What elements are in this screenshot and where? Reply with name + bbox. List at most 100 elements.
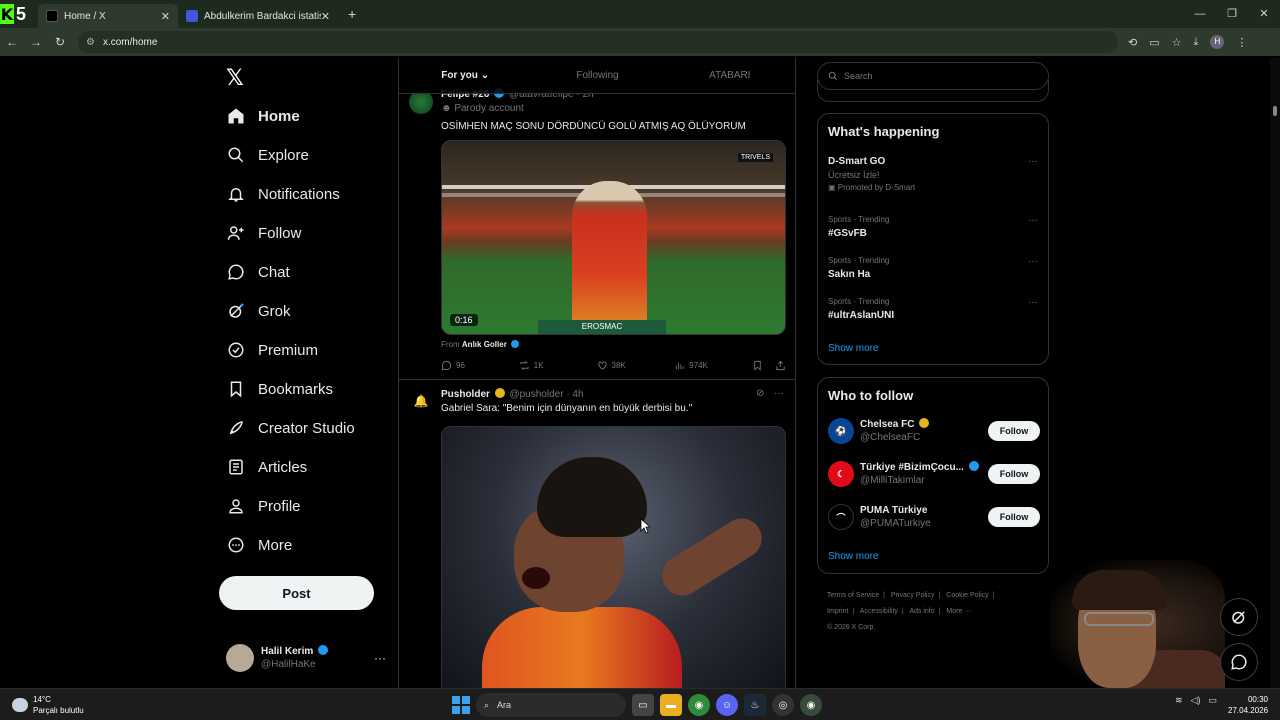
share-icon[interactable] bbox=[775, 360, 786, 371]
tweet-video[interactable]: TRIVELS EROSMAC 0:16 bbox=[441, 140, 786, 335]
trend-more-icon[interactable]: ··· bbox=[1028, 156, 1038, 167]
accessibility-link[interactable]: Accessibility bbox=[860, 608, 898, 615]
author-name[interactable]: Pusholder bbox=[441, 389, 490, 400]
windows-start-icon[interactable] bbox=[452, 696, 470, 714]
more-dots-icon[interactable]: ··· bbox=[374, 651, 386, 665]
cookie-link[interactable]: Cookie Policy bbox=[946, 592, 988, 599]
reload-icon[interactable]: ↻ bbox=[48, 35, 72, 49]
nav-more[interactable]: More bbox=[226, 530, 292, 560]
copyright: © 2026 X Corp. bbox=[827, 624, 876, 631]
trend-more-icon[interactable]: ··· bbox=[1028, 297, 1038, 308]
tab-for-you[interactable]: For you ⌄ bbox=[399, 58, 531, 93]
nav-articles[interactable]: Articles bbox=[226, 452, 307, 482]
nav-home[interactable]: Home bbox=[226, 101, 300, 131]
follow-button[interactable]: Follow bbox=[988, 421, 1040, 441]
taskbar-search[interactable]: ⌕ Ara bbox=[476, 693, 626, 717]
trend-item[interactable]: Sports · Trending #GSvFB ··· bbox=[828, 215, 1040, 239]
new-tab-icon[interactable]: + bbox=[348, 6, 356, 22]
author-handle[interactable]: @pusholder · 4h bbox=[509, 389, 583, 400]
translate-icon[interactable]: ⟲ bbox=[1128, 36, 1137, 49]
trend-item[interactable]: Sports · Trending Sakın Ha ··· bbox=[828, 256, 1040, 280]
weather-widget[interactable]: 14°C Parçalı bulutlu bbox=[12, 694, 84, 716]
bookmark-icon[interactable] bbox=[752, 360, 763, 371]
restore-icon[interactable]: ❐ bbox=[1216, 0, 1248, 28]
terms-link[interactable]: Terms of Service bbox=[827, 592, 879, 599]
close-tab-icon[interactable]: ✕ bbox=[161, 10, 170, 23]
nav-grok[interactable]: Grok bbox=[226, 296, 291, 326]
minimize-icon[interactable]: — bbox=[1184, 0, 1216, 28]
close-window-icon[interactable]: ✕ bbox=[1248, 0, 1280, 28]
grok-fab-button[interactable] bbox=[1220, 598, 1258, 636]
nav-explore[interactable]: Explore bbox=[226, 140, 309, 170]
task-view-icon[interactable]: ▭ bbox=[632, 694, 654, 716]
nav-follow[interactable]: Follow bbox=[226, 218, 301, 248]
wifi-icon[interactable]: ≋ bbox=[1175, 695, 1183, 706]
menu-kebab-icon[interactable]: ⋮ bbox=[1236, 36, 1247, 49]
tweet[interactable]: 🔔 Pusholder @pusholder · 4h ⊘ ··· Gabrie… bbox=[399, 381, 795, 688]
scrollbar-thumb[interactable] bbox=[1273, 106, 1277, 116]
taskbar-clock[interactable]: 00:30 27.04.2026 bbox=[1228, 694, 1268, 716]
trend-item[interactable]: D-Smart GO Ücretsiz İzle! ▣ Promoted by … bbox=[828, 156, 1040, 192]
footer-sep: | bbox=[901, 608, 904, 615]
show-more-link[interactable]: Show more bbox=[828, 551, 879, 562]
obs-icon[interactable]: ◎ bbox=[772, 694, 794, 716]
url-input[interactable]: ⚙ x.com/home bbox=[78, 31, 1118, 53]
tab-atabari[interactable]: ATABARI bbox=[664, 58, 795, 93]
follow-suggestion[interactable]: ⚽ Chelsea FC @ChelseaFC Follow bbox=[828, 416, 1040, 446]
tweet-more-icon[interactable]: ··· bbox=[774, 388, 784, 399]
follow-suggestion[interactable]: ⌒ PUMA Türkiye @PUMATurkiye Follow bbox=[828, 502, 1040, 532]
messages-fab-button[interactable] bbox=[1220, 643, 1258, 681]
nav-chat[interactable]: Chat bbox=[226, 257, 290, 287]
x-logo-icon[interactable]: 𝕏 bbox=[226, 66, 244, 91]
battery-icon[interactable]: ▭ bbox=[1208, 695, 1217, 706]
tab-abdulkerim[interactable]: Abdulkerim Bardakci istatistikle ✕ bbox=[178, 4, 338, 28]
page-scrollbar[interactable] bbox=[1270, 58, 1280, 688]
steam-icon[interactable]: ♨ bbox=[744, 694, 766, 716]
discord-icon[interactable]: ☺ bbox=[716, 694, 738, 716]
file-explorer-icon[interactable]: ▬ bbox=[660, 694, 682, 716]
chrome-active-icon[interactable]: ◉ bbox=[800, 694, 822, 716]
close-tab-icon[interactable]: ✕ bbox=[321, 10, 330, 23]
trend-more-icon[interactable]: ··· bbox=[1028, 256, 1038, 267]
nav-premium[interactable]: Premium bbox=[226, 335, 318, 365]
imprint-link[interactable]: Imprint bbox=[827, 608, 848, 615]
follow-button[interactable]: Follow bbox=[988, 507, 1040, 527]
chrome-icon[interactable]: ◉ bbox=[688, 694, 710, 716]
back-arrow-icon[interactable]: ← bbox=[0, 35, 24, 49]
tweet-image[interactable] bbox=[441, 426, 786, 688]
tab-home-x[interactable]: Home / X ✕ bbox=[38, 4, 178, 28]
nav-creator-studio[interactable]: Creator Studio bbox=[226, 413, 355, 443]
site-info-icon[interactable]: ⚙ bbox=[86, 37, 95, 48]
like-button[interactable]: 38K bbox=[597, 360, 675, 371]
reply-button[interactable]: 96 bbox=[441, 360, 519, 371]
trend-more-icon[interactable]: ··· bbox=[1028, 215, 1038, 226]
suggestion-name: PUMA Türkiye bbox=[860, 505, 928, 516]
privacy-link[interactable]: Privacy Policy bbox=[891, 592, 935, 599]
article-icon bbox=[226, 457, 246, 477]
tweet[interactable]: Felipe #26 @atavratfelipe · 2h ··· ☻ Par… bbox=[399, 86, 795, 380]
repost-button[interactable]: 1K bbox=[519, 360, 597, 371]
account-switcher[interactable]: Halil Kerim @HalilHaKe ··· bbox=[226, 644, 386, 672]
nav-notifications[interactable]: Notifications bbox=[226, 179, 340, 209]
avatar[interactable]: 🔔 bbox=[409, 389, 433, 413]
star-icon[interactable]: ☆ bbox=[1172, 36, 1182, 49]
grok-icon[interactable]: ⊘ bbox=[756, 388, 764, 399]
post-button[interactable]: Post bbox=[219, 576, 374, 610]
download-icon[interactable]: ⤓ bbox=[1194, 36, 1199, 49]
nav-profile[interactable]: Profile bbox=[226, 491, 301, 521]
follow-button[interactable]: Follow bbox=[988, 464, 1040, 484]
tab-following[interactable]: Following bbox=[531, 58, 663, 93]
more-link[interactable]: More ··· bbox=[946, 608, 971, 615]
system-tray: ≋ ◁) ▭ bbox=[1175, 695, 1217, 706]
volume-icon[interactable]: ◁) bbox=[1191, 695, 1201, 706]
show-more-link[interactable]: Show more bbox=[828, 343, 879, 354]
nav-bookmarks[interactable]: Bookmarks bbox=[226, 374, 333, 404]
forward-arrow-icon[interactable]: → bbox=[24, 35, 48, 49]
profile-avatar[interactable]: H bbox=[1210, 35, 1225, 49]
trend-item[interactable]: Sports · Trending #ultrAslanUNI ··· bbox=[828, 297, 1040, 321]
source-name[interactable]: Anlık Goller bbox=[462, 340, 507, 349]
follow-suggestion[interactable]: ☾ Türkiye #BizimÇocu... @MilliTakimlar F… bbox=[828, 459, 1040, 489]
views-button[interactable]: 974K bbox=[674, 360, 752, 371]
cast-icon[interactable]: ▭ bbox=[1149, 36, 1159, 49]
ads-info-link[interactable]: Ads info bbox=[909, 608, 934, 615]
